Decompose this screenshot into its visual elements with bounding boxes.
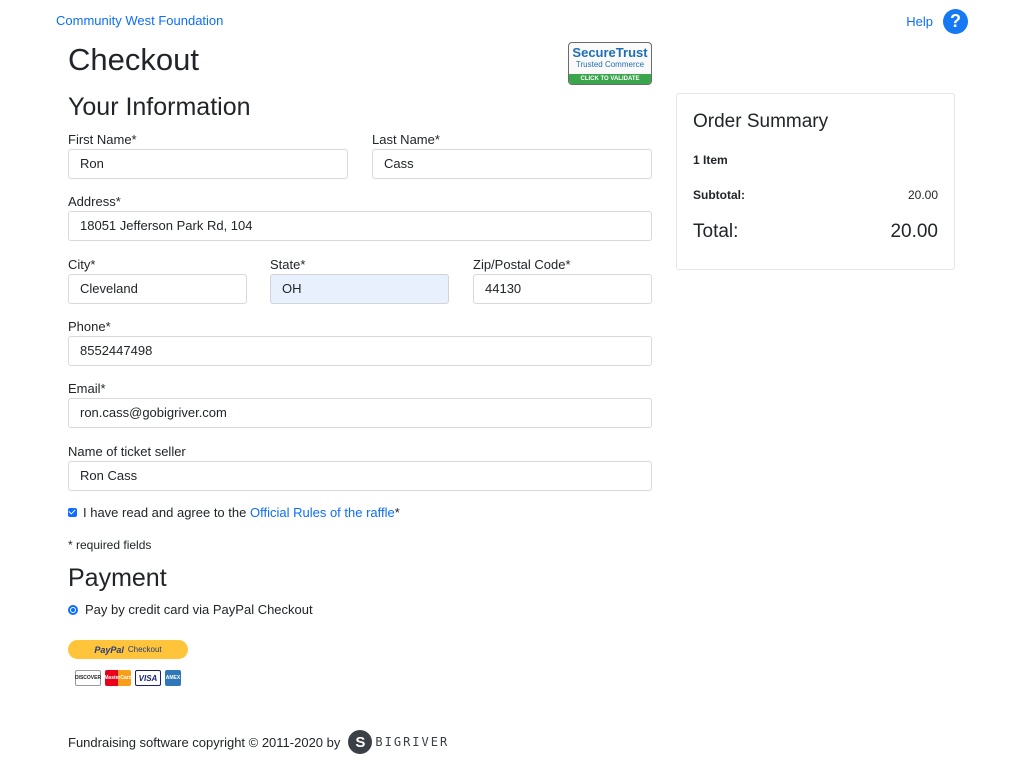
pay-by-card-label: Pay by credit card via PayPal Checkout xyxy=(85,602,313,617)
email-input[interactable]: ron.cass@gobigriver.com xyxy=(68,398,652,428)
accepted-cards: DISCOVER MasterCard VISA AMEX xyxy=(75,670,181,686)
city-input[interactable]: Cleveland xyxy=(68,274,247,304)
help-link[interactable]: Help ? xyxy=(906,9,968,34)
phone-input[interactable]: 8552447498 xyxy=(68,336,652,366)
securetrust-badge[interactable]: SecureTrust Trusted Commerce CLICK TO VA… xyxy=(568,42,652,85)
state-label: State* xyxy=(270,257,306,272)
agree-checkbox[interactable] xyxy=(68,508,77,517)
visa-card-icon: VISA xyxy=(135,670,161,686)
mastercard-card-icon: MasterCard xyxy=(104,670,132,686)
required-fields-note: * required fields xyxy=(68,538,152,552)
trust-badge-title: SecureTrust xyxy=(572,45,648,60)
help-label[interactable]: Help xyxy=(906,14,933,29)
page-title: Checkout xyxy=(68,42,199,77)
first-name-label: First Name* xyxy=(68,132,137,147)
order-item-count: 1 Item xyxy=(693,153,728,167)
total-value: 20.00 xyxy=(890,221,938,242)
total-label: Total: xyxy=(693,221,739,242)
paypal-checkout-label: Checkout xyxy=(127,645,162,654)
official-rules-link[interactable]: Official Rules of the raffle xyxy=(250,505,395,520)
zip-input[interactable]: 44130 xyxy=(473,274,652,304)
org-home-link[interactable]: Community West Foundation xyxy=(56,13,223,28)
discover-card-icon: DISCOVER xyxy=(75,670,101,686)
agree-text: I have read and agree to the xyxy=(83,505,247,520)
paypal-logo: PayPal xyxy=(94,644,124,655)
email-label: Email* xyxy=(68,381,106,396)
last-name-label: Last Name* xyxy=(372,132,440,147)
order-summary-card: Order Summary 1 Item Subtotal: 20.00 Tot… xyxy=(676,93,955,270)
footer-copyright: Fundraising software copyright © 2011-20… xyxy=(68,734,341,750)
phone-label: Phone* xyxy=(68,319,111,334)
pay-by-card-option[interactable]: Pay by credit card via PayPal Checkout xyxy=(68,602,313,617)
subtotal-row: Subtotal: 20.00 xyxy=(693,188,938,202)
agree-rules-row: I have read and agree to the Official Ru… xyxy=(68,505,400,520)
last-name-input[interactable]: Cass xyxy=(372,149,652,179)
footer: Fundraising software copyright © 2011-20… xyxy=(68,730,449,754)
bigriver-wordmark: BIGRIVER xyxy=(375,735,450,749)
pay-by-card-radio[interactable] xyxy=(68,604,78,615)
address-label: Address* xyxy=(68,194,121,209)
city-label: City* xyxy=(68,257,96,272)
trust-badge-validate: CLICK TO VALIDATE xyxy=(569,74,651,84)
order-summary-title: Order Summary xyxy=(693,111,829,132)
ticket-seller-input[interactable]: Ron Cass xyxy=(68,461,652,491)
subtotal-label: Subtotal: xyxy=(693,188,745,202)
amex-card-icon: AMEX xyxy=(165,670,181,686)
total-row: Total: 20.00 xyxy=(693,221,938,243)
question-circle-icon[interactable]: ? xyxy=(943,9,968,34)
zip-label: Zip/Postal Code* xyxy=(473,257,571,272)
your-information-heading: Your Information xyxy=(68,93,251,121)
payment-heading: Payment xyxy=(68,564,167,592)
ticket-seller-label: Name of ticket seller xyxy=(68,444,186,459)
bigriver-s-icon: S xyxy=(348,730,373,754)
paypal-checkout-button[interactable]: PayPal Checkout xyxy=(68,640,188,659)
state-select[interactable]: OH xyxy=(270,274,449,304)
subtotal-value: 20.00 xyxy=(907,188,938,202)
trust-badge-subtitle: Trusted Commerce xyxy=(575,60,645,69)
address-input[interactable]: 18051 Jefferson Park Rd, 104 xyxy=(68,211,652,241)
first-name-input[interactable]: Ron xyxy=(68,149,348,179)
bigriver-logo[interactable]: S BIGRIVER xyxy=(348,730,449,754)
agree-required-mark: * xyxy=(394,505,400,520)
